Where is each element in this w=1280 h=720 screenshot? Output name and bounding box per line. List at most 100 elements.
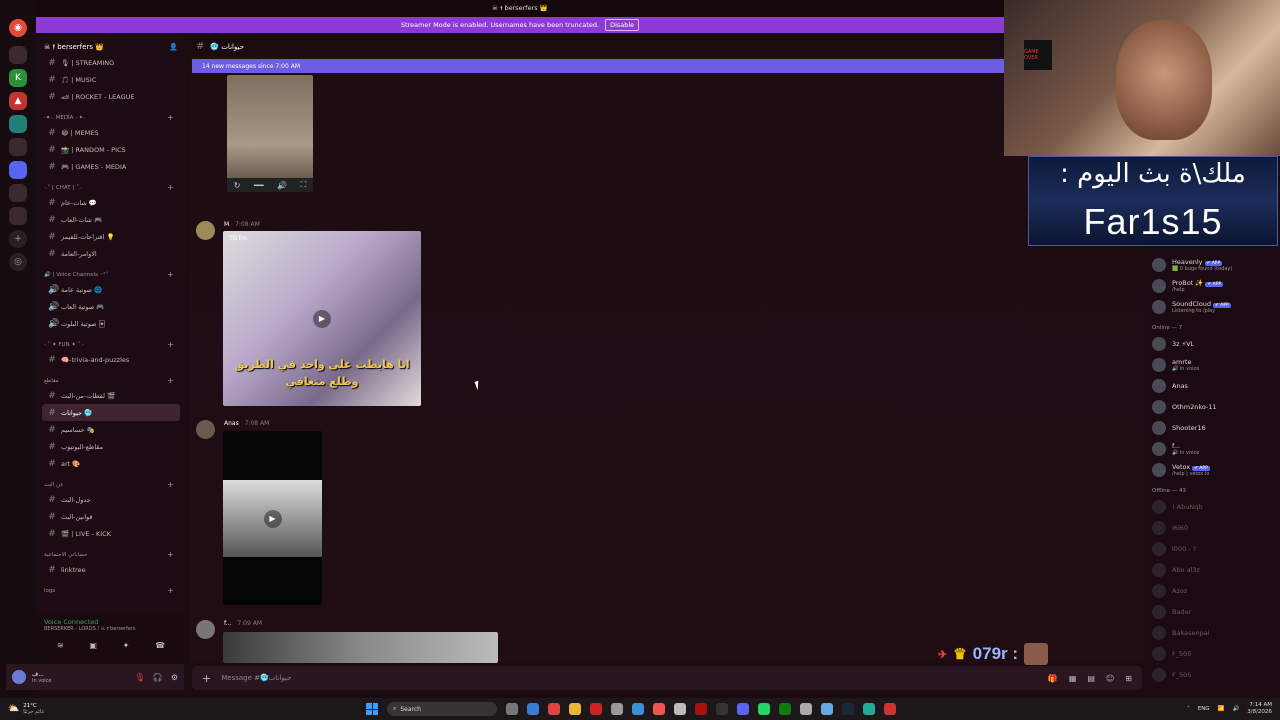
member-item[interactable]: i6l60 (1152, 517, 1272, 538)
emoji-icon[interactable]: ☺ (1106, 674, 1114, 683)
mail-icon[interactable] (632, 703, 644, 715)
channel-category[interactable]: حساباتي الاجتماعية + (42, 542, 180, 561)
disconnect-icon[interactable]: ☎ (155, 641, 165, 650)
member-item[interactable]: Vetox ✔ APP/help | vetox.io (1152, 459, 1272, 480)
new-messages-bar[interactable]: 14 new messages since 7:00 AM (192, 59, 1004, 73)
channel-item[interactable]: # اقتراحات-للقيمز 💡 (42, 228, 180, 245)
play-icon[interactable]: ▶ (313, 309, 331, 328)
member-item[interactable]: Othm2nko-11 (1152, 396, 1272, 417)
avatar[interactable] (12, 670, 26, 684)
edge-icon[interactable] (527, 703, 539, 715)
app-icon[interactable] (674, 703, 686, 715)
member-item[interactable]: F_505 (1152, 643, 1272, 664)
sticker-icon[interactable]: ▤ (1087, 674, 1095, 683)
settings-icon[interactable] (800, 703, 812, 715)
channel-item[interactable]: # 🧠-trivia-and-puzzles (42, 351, 180, 368)
apps-icon[interactable]: ⊞ (1125, 674, 1132, 683)
explore-icon[interactable]: ◎ (9, 253, 27, 271)
mute-mic-icon[interactable]: 🎙 (135, 673, 145, 682)
video-attachment[interactable]: ▶ (223, 431, 322, 605)
brave-icon[interactable] (653, 703, 665, 715)
channel-item[interactable]: # 📸 | RANDOM - PICS (42, 141, 180, 158)
member-item[interactable]: Heavenly ✔ APP 🟩 0 bugs found (today) (1152, 254, 1272, 275)
video-attachment[interactable]: ↻ ━━ 🔊 ⛶ (227, 75, 313, 192)
server-icon[interactable] (9, 184, 27, 202)
channel-category[interactable]: logs + (42, 578, 180, 597)
steam-icon[interactable] (842, 703, 854, 715)
server-icon-active[interactable] (9, 207, 27, 225)
channel-item[interactable]: # linktree (42, 561, 180, 578)
channel-item[interactable]: # شات-العاب 🎮 (42, 211, 180, 228)
avatar[interactable] (196, 620, 215, 639)
app-icon[interactable] (695, 703, 707, 715)
app-icon[interactable] (863, 703, 875, 715)
add-channel-icon[interactable]: + (167, 183, 174, 192)
video-attachment[interactable]: TikTok ▶ انا هايطت على واحد في الطريق وط… (223, 231, 421, 406)
channel-item[interactable]: # 🎙 | STREAMING (42, 54, 180, 71)
channel-item[interactable]: # مقاطع-اليوتيوب (42, 438, 180, 455)
replay-icon[interactable]: ↻ (234, 181, 241, 190)
avatar[interactable] (196, 221, 215, 240)
message-author[interactable]: M (224, 221, 229, 228)
voice-channel-item[interactable]: 🔊 صوتية عامة 🌐 (42, 281, 180, 298)
channel-item[interactable]: # حيوانات 🥶 (42, 404, 180, 421)
gear-icon[interactable]: ⚙ (171, 673, 178, 682)
gift-icon[interactable]: 🎁 (1048, 674, 1058, 683)
member-item[interactable]: SoundCloud ✔ APP Listening to /play (1152, 296, 1272, 317)
play-icon[interactable]: ▶ (263, 509, 282, 528)
clock[interactable]: 7:14 AM 3/8/2026 (1247, 702, 1272, 716)
channel-item[interactable]: # جدول-البث (42, 491, 180, 508)
voice-channel-item[interactable]: 🔊 صوتية البلوت 🃏 (42, 315, 180, 332)
channel-item[interactable]: # 😂 | MEMES (42, 124, 180, 141)
disable-streamer-mode-button[interactable]: Disable (605, 19, 640, 31)
channel-category[interactable]: ·.˚ ✦ FUN ✦ ˚.· + (42, 332, 180, 351)
channel-item[interactable]: # 🏎 | ROCKET - LEAGUE (42, 88, 180, 105)
activities-icon[interactable]: ✦ (123, 641, 130, 650)
message-composer[interactable]: + Message #🥶حيوانات 🎁 ▦ ▤ ☺ ⊞ (192, 666, 1142, 690)
member-item[interactable]: Shooter16 (1152, 417, 1272, 438)
fullscreen-icon[interactable]: ⛶ (301, 180, 307, 190)
channel-category[interactable]: عن البث + (42, 472, 180, 491)
opera-icon[interactable] (548, 703, 560, 715)
channel-item[interactable]: # خساسيم 🎭 (42, 421, 180, 438)
channel-item[interactable]: # قوانين-البث (42, 508, 180, 525)
channel-item[interactable]: # art 🎨 (42, 455, 180, 472)
start-icon[interactable] (366, 703, 378, 715)
app-icon[interactable] (821, 703, 833, 715)
noise-suppression-icon[interactable]: ≋ (57, 641, 64, 650)
channel-item[interactable]: # الاوامر-العامة (42, 245, 180, 262)
app-icon[interactable] (884, 703, 896, 715)
add-channel-icon[interactable]: + (167, 113, 174, 122)
message-author[interactable]: Anas (224, 420, 239, 427)
server-icon[interactable] (9, 46, 27, 64)
add-channel-icon[interactable]: + (167, 340, 174, 349)
camera-icon[interactable]: ▣ (89, 641, 97, 650)
voice-channel-item[interactable]: 🔊 صوتية العاب 🎮 (42, 298, 180, 315)
wifi-icon[interactable]: 📶 (1218, 706, 1225, 712)
attach-icon[interactable]: + (202, 672, 211, 685)
member-item[interactable]: f... 🔊 In voice (1152, 438, 1272, 459)
xbox-icon[interactable] (779, 703, 791, 715)
member-item[interactable]: Anas (1152, 375, 1272, 396)
member-item[interactable]: Azoz (1152, 580, 1272, 601)
avatar[interactable] (196, 420, 215, 439)
youtube-icon[interactable] (590, 703, 602, 715)
member-item[interactable]: Bakasenpai (1152, 622, 1272, 643)
channel-category[interactable]: 🔊 | Voice Channels ◦°˚ + (42, 262, 180, 281)
image-attachment[interactable] (223, 632, 498, 663)
member-item[interactable]: Abo al3z (1152, 559, 1272, 580)
notepad-icon[interactable] (611, 703, 623, 715)
discord-home-icon[interactable]: ◉ (9, 19, 27, 37)
channel-item[interactable]: # 🎮 | GAMES - MEDIA (42, 158, 180, 175)
gif-icon[interactable]: ▦ (1069, 674, 1077, 683)
channel-category[interactable]: مقاطع + (42, 368, 180, 387)
member-item[interactable]: ProBot ✨ ✔ APP/help (1152, 275, 1272, 296)
server-header[interactable]: ☠ 𝖋 berserfers 👑 👤 (42, 40, 180, 54)
channel-category[interactable]: ·.˚ [ CHAT ] ˚.· + (42, 175, 180, 194)
server-icon[interactable] (9, 161, 27, 179)
volume-icon[interactable]: 🔊 (1232, 706, 1239, 712)
add-channel-icon[interactable]: + (167, 586, 174, 595)
channel-item[interactable]: # 🎬 | LIVE - KICK (42, 525, 180, 542)
deafen-icon[interactable]: 🎧 (153, 673, 163, 682)
member-item[interactable]: l000 - ? (1152, 538, 1272, 559)
